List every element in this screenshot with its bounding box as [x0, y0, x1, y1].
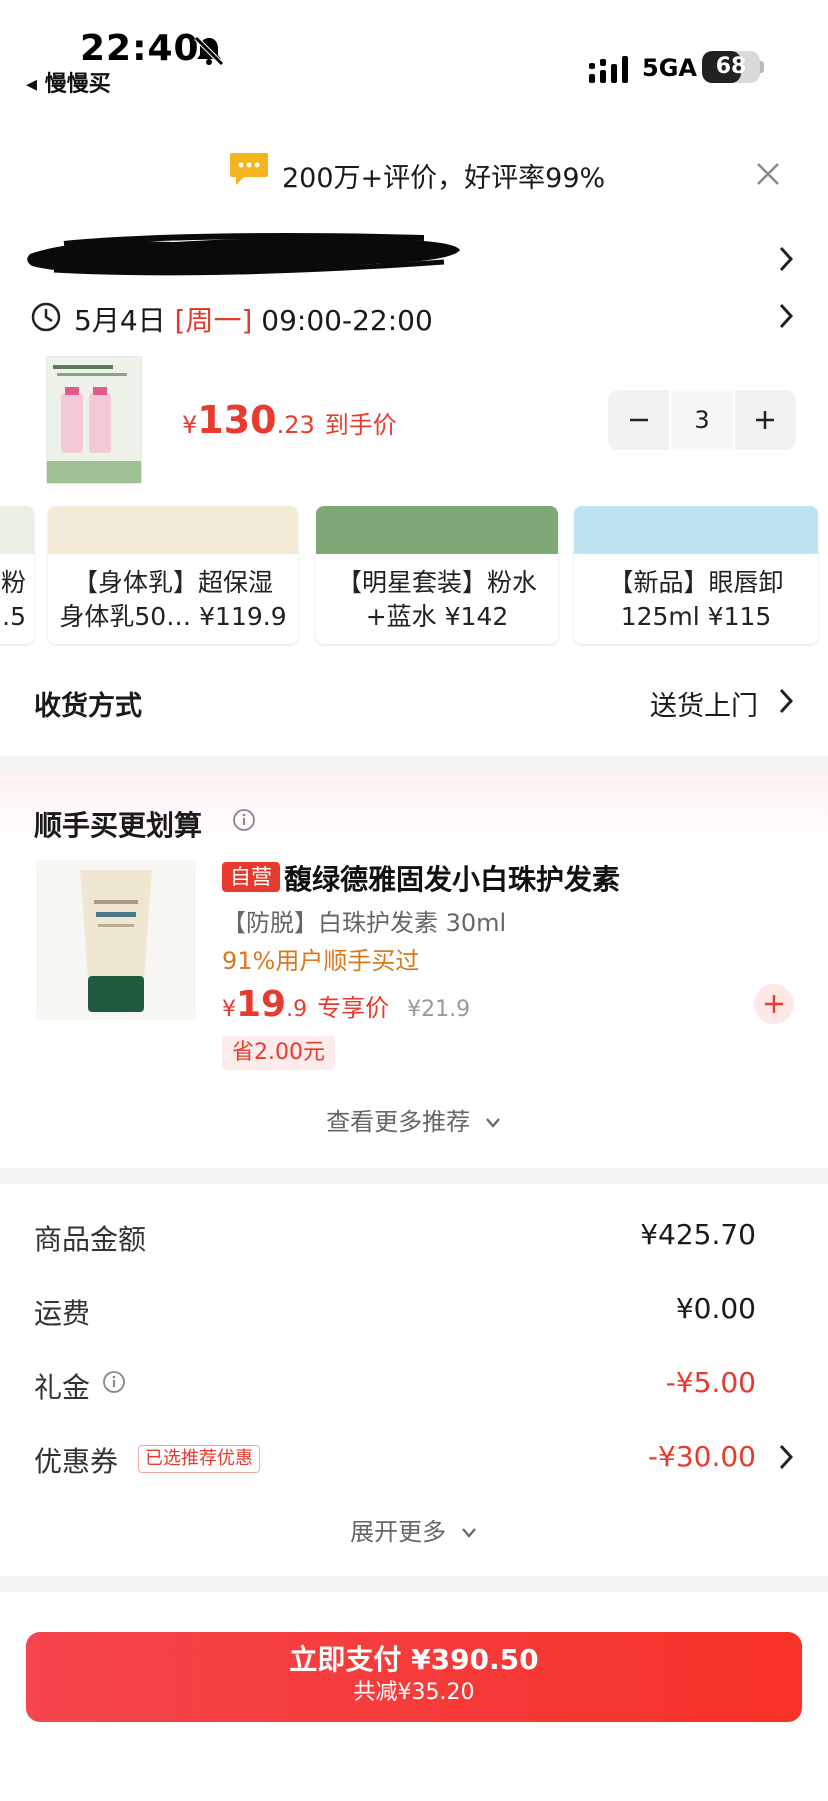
shipping-chevron-icon[interactable] — [776, 686, 796, 716]
quantity-value[interactable]: 3 — [669, 390, 735, 450]
addon-original-price: ¥21.9 — [407, 997, 471, 1022]
address-redacted[interactable] — [24, 232, 464, 278]
price-decimal: .23 — [276, 411, 315, 439]
reco-card[interactable]: 【新品】眼唇卸 125ml ¥115 — [574, 506, 818, 644]
product-thumbnail[interactable] — [46, 356, 142, 484]
reco-text: 【新品】眼唇卸 125ml ¥115 — [608, 568, 784, 631]
info-icon[interactable] — [102, 1370, 126, 1394]
add-addon-button[interactable] — [754, 984, 794, 1024]
pay-discount: 共减¥35.20 — [353, 1680, 475, 1705]
close-icon[interactable] — [752, 158, 784, 190]
reco-text: 【明星套装】粉水 +蓝水 ¥142 — [336, 568, 537, 631]
gift-label: 礼金 — [34, 1371, 91, 1404]
signal-icon — [589, 56, 628, 83]
reco-image — [316, 506, 558, 554]
section-divider — [0, 756, 828, 772]
status-time: 22:40 — [80, 28, 200, 69]
section-divider — [0, 1576, 828, 1592]
addon-title: 顺手买更划算 — [34, 804, 202, 844]
expand-more-text: 展开更多 — [350, 1518, 447, 1546]
info-icon[interactable] — [232, 808, 256, 832]
reco-text: 【身体乳】超保湿 身体乳50… ¥119.9 — [59, 568, 287, 631]
addon-title-text: 顺手买更划算 — [34, 809, 203, 842]
addon-product-name[interactable]: 馥绿德雅固发小白珠护发素 — [284, 858, 620, 898]
bell-off-icon — [194, 36, 224, 66]
shipping-value[interactable]: 送货上门 — [650, 684, 758, 723]
pay-now-button[interactable]: 立即支付 ¥390.50 共减¥35.20 — [26, 1632, 802, 1722]
chevron-down-icon — [485, 1118, 500, 1128]
addon-price-integer: 19 — [236, 984, 287, 1025]
plus-icon — [756, 411, 775, 429]
coupon-label: 优惠券 — [34, 1445, 119, 1478]
recommendation-strip[interactable]: 粉 .5 【身体乳】超保湿 身体乳50… ¥119.9 【明星套装】粉水 +蓝水… — [0, 506, 828, 648]
delivery-chevron-icon[interactable] — [776, 301, 796, 331]
delivery-date: 5月4日 — [74, 304, 175, 337]
more-recommendations-link[interactable]: 查看更多推荐 — [0, 1102, 828, 1137]
goods-amount-label: 商品金额 — [34, 1223, 147, 1256]
network-label: 5GA — [642, 54, 697, 82]
addon-purchase-rate: 91%用户顺手买过 — [222, 947, 420, 975]
product-price: ¥130.23 到手价 — [182, 398, 397, 442]
price-tag: 到手价 — [324, 411, 397, 439]
reco-card[interactable]: 【身体乳】超保湿 身体乳50… ¥119.9 — [48, 506, 298, 644]
delivery-weekday: [周一] — [174, 304, 253, 337]
addon-product-image[interactable] — [36, 860, 196, 1020]
delivery-hours: 09:00-22:00 — [252, 304, 433, 337]
conditioner-tube-image — [36, 860, 196, 1020]
reco-card[interactable]: 粉 .5 — [0, 506, 34, 644]
freight-label: 运费 — [34, 1297, 91, 1330]
shipping-label: 收货方式 — [34, 691, 142, 722]
reco-card[interactable]: 【明星套装】粉水 +蓝水 ¥142 — [316, 506, 558, 644]
review-summary: 200万+评价，好评率99% — [282, 163, 606, 194]
chat-bubble-icon — [230, 153, 268, 185]
reco-text: 粉 .5 — [0, 568, 26, 631]
savings-tag: 省2.00元 — [222, 1036, 335, 1070]
addon-price-decimal: .9 — [286, 997, 308, 1022]
coupon-value[interactable]: -¥30.00 — [648, 1440, 756, 1473]
addon-product-spec: 【防脱】白珠护发素 30ml — [222, 909, 507, 937]
addon-price: ¥19.9 专享价 ¥21.9 — [222, 984, 470, 1025]
addon-price-tag: 专享价 — [317, 994, 390, 1022]
battery-percent: 68 — [715, 54, 747, 79]
battery-tip — [760, 61, 764, 73]
clock-icon — [31, 302, 61, 332]
reco-image — [0, 506, 34, 554]
battery-indicator: 68 — [702, 51, 760, 83]
reco-image — [48, 506, 298, 554]
coupon-chevron-icon[interactable] — [776, 1442, 796, 1472]
decrease-button[interactable] — [608, 390, 669, 450]
chevron-down-icon — [461, 1528, 476, 1538]
addon-price-currency: ¥ — [222, 997, 236, 1022]
increase-button[interactable] — [735, 390, 796, 450]
section-divider — [0, 1168, 828, 1184]
pay-label: 立即支付 ¥390.50 — [289, 1643, 539, 1676]
more-reco-text: 查看更多推荐 — [326, 1108, 471, 1136]
freight-value: ¥0.00 — [675, 1292, 756, 1325]
price-currency: ¥ — [182, 411, 198, 439]
plus-icon — [765, 995, 783, 1013]
price-integer: 130 — [197, 398, 277, 442]
expand-more-link[interactable]: 展开更多 — [0, 1512, 828, 1547]
delivery-time[interactable]: 5月4日 [周一] 09:00-22:00 — [74, 299, 433, 339]
self-operated-badge: 自营 — [222, 862, 280, 892]
micellar-water-image — [47, 357, 141, 483]
back-to-app-link[interactable]: ◂ 慢慢买 — [26, 66, 111, 98]
reco-image — [574, 506, 818, 554]
coupon-recommended-tag: 已选推荐优惠 — [138, 1445, 260, 1473]
goods-amount-value: ¥425.70 — [640, 1218, 756, 1251]
minus-icon — [629, 418, 648, 422]
gift-value: -¥5.00 — [665, 1366, 756, 1399]
address-chevron-icon[interactable] — [776, 244, 796, 274]
quantity-stepper[interactable]: 3 — [608, 390, 796, 450]
